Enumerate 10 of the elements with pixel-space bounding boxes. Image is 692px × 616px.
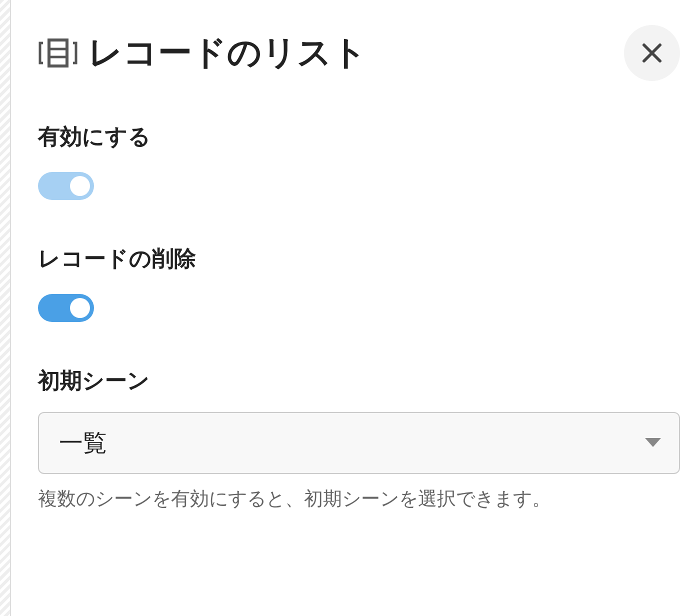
setting-label: レコードの削除 [38, 246, 197, 274]
close-icon [641, 42, 663, 64]
help-text: 複数のシーンを有効にすると、初期シーンを選択できます。 [38, 487, 552, 512]
scene-dropdown[interactable]: 一覧 [38, 412, 680, 474]
setting-label: 初期シーン [38, 368, 151, 396]
panel-title: レコードのリスト [88, 32, 368, 75]
dropdown-arrow-icon [645, 438, 661, 448]
setting-label: 有効にする [38, 124, 152, 152]
list-icon [38, 37, 78, 69]
toggle-switch[interactable] [38, 294, 94, 322]
